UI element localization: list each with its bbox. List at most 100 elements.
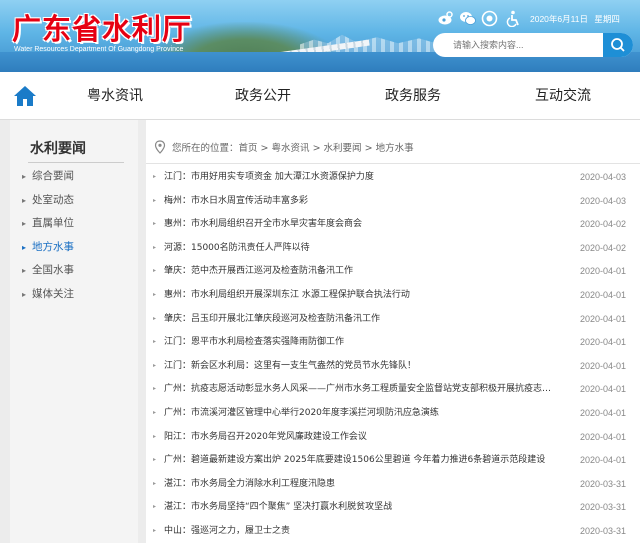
bullet-icon: ▸ xyxy=(153,220,157,228)
article-title[interactable]: 梅州：市水日水周宣传活动丰富多彩 xyxy=(164,190,554,212)
sidebar-item-label: 全国水事 xyxy=(32,264,74,276)
weekday-text: 星期四 xyxy=(594,14,620,24)
bullet-icon: ▸ xyxy=(153,314,157,322)
sidebar-item[interactable]: ▸ 处室动态 xyxy=(22,191,74,209)
article-title[interactable]: 广州：抗疫志愿活动彰显水务人风采——广州市水务工程质量安全监督站党支部积极开展抗… xyxy=(164,378,554,400)
article-title[interactable]: 湛江：市水务局全力消除水利工程度汛隐患 xyxy=(164,473,554,495)
article-title[interactable]: 河源：15000名防汛责任人严阵以待 xyxy=(164,237,554,259)
article-date: 2020-04-01 xyxy=(579,290,626,300)
sidebar-item[interactable]: ▸ 综合要闻 xyxy=(22,167,74,185)
breadcrumb: 您所在的位置：首页 > 粤水资讯 > 水利要闻 > 地方水事 xyxy=(154,140,414,156)
main-nav: 粤水资讯 政务公开 政务服务 互动交流 xyxy=(0,72,640,120)
breadcrumb-separator: > xyxy=(309,143,324,154)
article-row[interactable]: ▸ 肇庆：吕玉印开展北江肇庆段巡河及检查防汛备汛工作 2020-04-01 xyxy=(146,308,640,330)
breadcrumb-link[interactable]: 首页 xyxy=(239,143,258,154)
article-row[interactable]: ▸ 广州：碧道最新建设方案出炉 2025年底要建设1506公里碧道 今年着力推进6… xyxy=(146,449,640,471)
article-row[interactable]: ▸ 广州：抗疫志愿活动彰显水务人风采——广州市水务工程质量安全监督站党支部积极开展… xyxy=(146,378,640,400)
breadcrumb-separator: > xyxy=(361,143,376,154)
sidebar: 水利要闻 ▸ 综合要闻 ▸ 处室动态 ▸ 直属单位 ▸ 地方水事 ▸ 全国水事 ▸ 媒体关注 xyxy=(10,120,138,543)
chevron-right-icon: ▸ xyxy=(22,219,27,228)
breadcrumb-link[interactable]: 水利要闻 xyxy=(324,143,362,154)
article-row[interactable]: ▸ 江门：恩平市水利局检查落实强降雨防御工作 2020-04-01 xyxy=(146,331,640,353)
article-title[interactable]: 中山：强巡河之力，履卫士之责 xyxy=(164,520,554,542)
sidebar-divider xyxy=(28,162,124,163)
nav-item-interaction[interactable]: 互动交流 xyxy=(518,72,608,120)
wechat-icon[interactable] xyxy=(459,10,476,27)
search-button[interactable] xyxy=(603,33,633,57)
chevron-right-icon: ▸ xyxy=(22,195,27,205)
nav-item-gov-open[interactable]: 政务公开 xyxy=(218,72,308,120)
breadcrumb-prefix: 您所在的位置： xyxy=(172,143,239,154)
sidebar-item[interactable]: ▸ 全国水事 xyxy=(22,261,74,279)
article-title[interactable]: 肇庆：吕玉印开展北江肇庆段巡河及检查防汛备汛工作 xyxy=(164,308,554,330)
article-title[interactable]: 湛江：市水务局坚持“四个聚焦” 坚决打赢水利脱贫攻坚战 xyxy=(164,496,554,518)
bullet-icon: ▸ xyxy=(153,361,157,369)
article-title[interactable]: 江门：市用好用实专项资金 加大潭江水资源保护力度 xyxy=(164,166,554,188)
nav-item-gov-service[interactable]: 政务服务 xyxy=(368,72,458,120)
sidebar-item[interactable]: ▸ 直属单位 xyxy=(22,214,74,232)
bullet-icon: ▸ xyxy=(153,527,157,534)
search-icon xyxy=(611,38,625,52)
article-row[interactable]: ▸ 河源：15000名防汛责任人严阵以待 2020-04-02 xyxy=(146,237,640,259)
site-subtitle: Water Resources Department Of Guangdong … xyxy=(14,46,184,53)
sidebar-item[interactable]: ▸ 地方水事 xyxy=(22,238,74,256)
sidebar-item-label: 地方水事 xyxy=(32,240,74,253)
article-row[interactable]: ▸ 广州：市流溪河灌区管理中心举行2020年度李溪拦河坝防汛应急演练 2020-04… xyxy=(146,402,640,424)
article-title[interactable]: 惠州：市水利局组织召开全市水旱灾害年度会商会 xyxy=(164,213,554,235)
breadcrumb-link[interactable]: 地方水事 xyxy=(376,143,414,154)
article-row[interactable]: ▸ 惠州：市水利局组织开展深圳东江 水源工程保护联合执法行动 2020-04-01 xyxy=(146,284,640,306)
bullet-icon: ▸ xyxy=(153,479,157,487)
article-row[interactable]: ▸ 中山：强巡河之力，履卫士之责 2020-03-31 xyxy=(146,520,640,542)
article-row[interactable]: ▸ 湛江：市水务局坚持“四个聚焦” 坚决打赢水利脱贫攻坚战 2020-03-31 xyxy=(146,496,640,518)
article-row[interactable]: ▸ 梅州：市水日水周宣传活动丰富多彩 2020-04-03 xyxy=(146,190,640,212)
home-icon[interactable] xyxy=(13,85,37,107)
bullet-icon: ▸ xyxy=(153,503,157,511)
chevron-right-icon: ▸ xyxy=(22,172,27,181)
article-row[interactable]: ▸ 肇庆：范中杰开展西江巡河及检查防汛备汛工作 2020-04-01 xyxy=(146,260,640,282)
bullet-icon: ▸ xyxy=(153,196,157,204)
article-row[interactable]: ▸ 江门：新会区水利局：这里有一支生气盎然的党员节水先锋队！ 2020-04-01 xyxy=(146,355,640,377)
article-row[interactable]: ▸ 阳江：市水务局召开2020年党风廉政建设工作会议 2020-04-01 xyxy=(146,426,640,448)
article-title[interactable]: 广州：市流溪河灌区管理中心举行2020年度李溪拦河坝防汛应急演练 xyxy=(164,402,554,424)
bullet-icon: ▸ xyxy=(153,267,157,275)
bullet-icon: ▸ xyxy=(153,338,157,346)
article-row[interactable]: ▸ 湛江：市水务局全力消除水利工程度汛隐患 2020-03-31 xyxy=(146,473,640,495)
article-title[interactable]: 江门：新会区水利局：这里有一支生气盎然的党员节水先锋队！ xyxy=(164,355,554,377)
article-date: 2020-04-01 xyxy=(579,266,626,277)
chevron-right-icon: ▸ xyxy=(22,266,27,275)
article-title[interactable]: 广州：碧道最新建设方案出炉 2025年底要建设1506公里碧道 今年着力推进6条… xyxy=(164,449,554,471)
search-input[interactable] xyxy=(433,33,601,57)
sidebar-item[interactable]: ▸ 媒体关注 xyxy=(22,285,74,303)
weibo-icon[interactable] xyxy=(437,10,454,27)
site-title[interactable]: 广东省水利厅 xyxy=(12,6,192,48)
article-date: 2020-04-01 xyxy=(579,360,626,371)
bullet-icon: ▸ xyxy=(153,409,157,416)
location-pin-icon xyxy=(154,140,166,154)
breadcrumb-link[interactable]: 粤水资讯 xyxy=(272,143,310,154)
article-date: 2020-04-01 xyxy=(579,337,626,348)
article-date: 2020-04-01 xyxy=(579,313,626,324)
article-date: 2020-04-01 xyxy=(579,408,626,418)
sina-icon[interactable] xyxy=(481,10,498,27)
article-date: 2020-04-02 xyxy=(579,219,626,230)
accessibility-icon[interactable] xyxy=(505,10,522,28)
current-date: 2020年6月11日 星期四 xyxy=(530,13,620,25)
bullet-icon: ▸ xyxy=(153,173,157,180)
sidebar-item-label: 综合要闻 xyxy=(32,170,74,182)
article-row[interactable]: ▸ 江门：市用好用实专项资金 加大潭江水资源保护力度 2020-04-03 xyxy=(146,166,640,188)
article-title[interactable]: 江门：恩平市水利局检查落实强降雨防御工作 xyxy=(164,331,554,353)
article-row[interactable]: ▸ 惠州：市水利局组织召开全市水旱灾害年度会商会 2020-04-02 xyxy=(146,213,640,235)
sidebar-item-label: 直属单位 xyxy=(32,217,74,229)
article-title[interactable]: 惠州：市水利局组织开展深圳东江 水源工程保护联合执法行动 xyxy=(164,284,554,306)
bullet-icon: ▸ xyxy=(153,456,157,464)
sidebar-item-label: 处室动态 xyxy=(32,193,74,206)
article-date: 2020-03-31 xyxy=(579,502,626,513)
bullet-icon: ▸ xyxy=(153,432,157,440)
breadcrumb-divider xyxy=(146,163,640,164)
article-title[interactable]: 肇庆：范中杰开展西江巡河及检查防汛备汛工作 xyxy=(164,260,554,282)
chevron-right-icon: ▸ xyxy=(22,242,27,252)
article-title[interactable]: 阳江：市水务局召开2020年党风廉政建设工作会议 xyxy=(164,426,554,448)
article-panel: 您所在的位置：首页 > 粤水资讯 > 水利要闻 > 地方水事 ▸ 江门：市用好用实… xyxy=(146,120,640,543)
article-date: 2020-03-31 xyxy=(579,526,626,536)
nav-item-news[interactable]: 粤水资讯 xyxy=(70,72,160,120)
